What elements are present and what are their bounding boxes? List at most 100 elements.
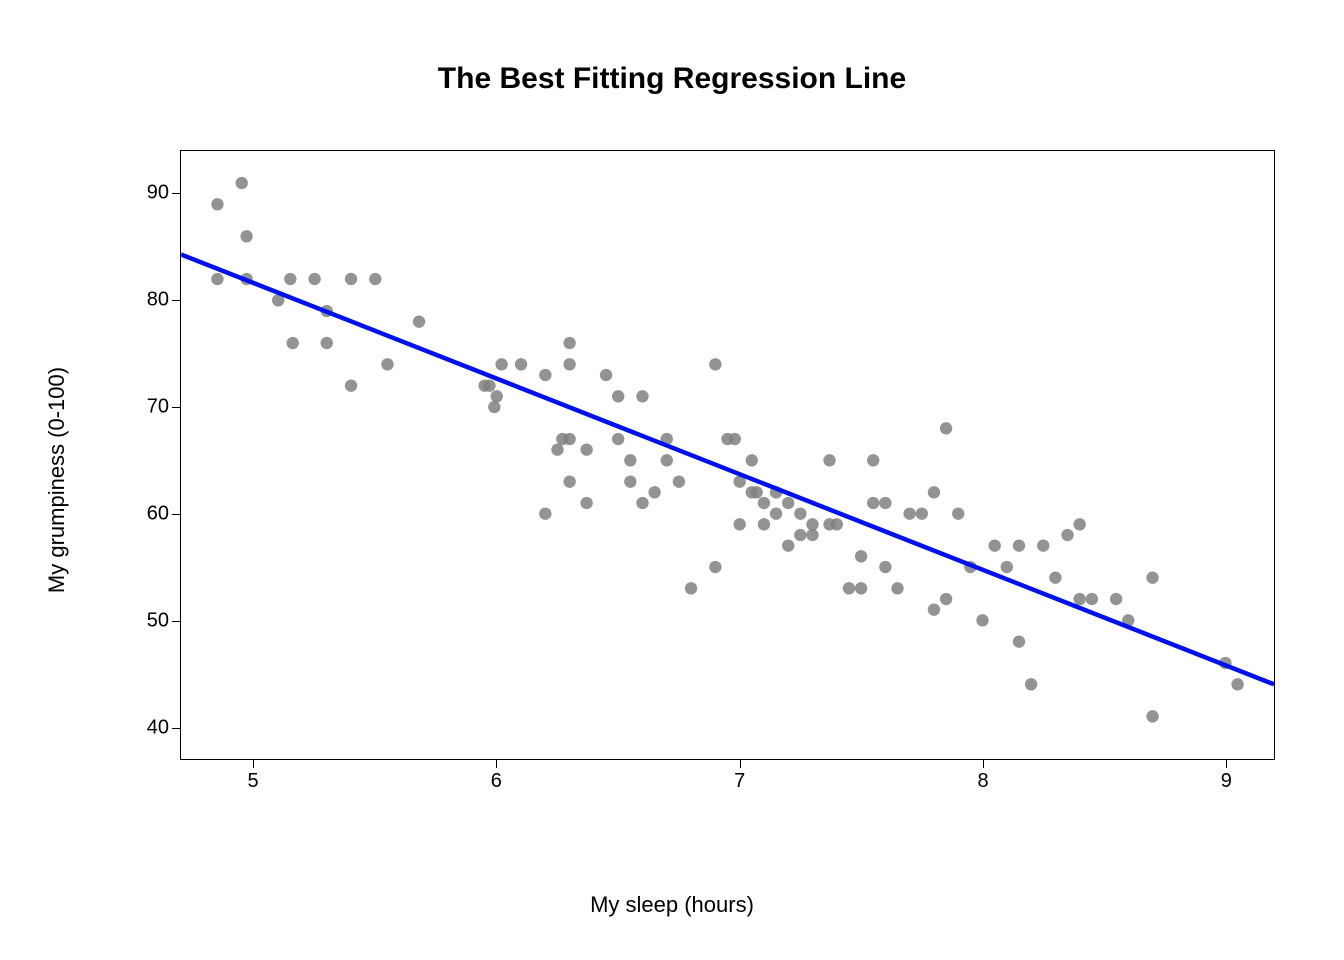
data-point [491, 390, 503, 402]
y-tick-mark [172, 728, 180, 729]
x-tick-label: 5 [247, 770, 258, 793]
data-point [758, 518, 770, 530]
x-tick-label: 9 [1221, 770, 1232, 793]
data-point [843, 582, 855, 594]
y-tick-mark [172, 621, 180, 622]
data-point [1061, 529, 1073, 541]
data-point [284, 273, 296, 285]
y-tick-mark [172, 514, 180, 515]
data-point [823, 454, 835, 466]
y-tick-label: 90 [147, 181, 169, 204]
data-point [624, 475, 636, 487]
data-point [488, 401, 500, 413]
data-point [240, 230, 252, 242]
data-point [988, 539, 1000, 551]
data-point [483, 379, 495, 391]
data-point [539, 507, 551, 519]
data-point [1110, 593, 1122, 605]
y-tick-label: 50 [147, 609, 169, 632]
data-point [1049, 571, 1061, 583]
data-point [636, 390, 648, 402]
data-point [794, 529, 806, 541]
data-point [636, 497, 648, 509]
data-point [600, 369, 612, 381]
data-point [1074, 593, 1086, 605]
data-point [321, 337, 333, 349]
data-point [1025, 678, 1037, 690]
data-point [551, 443, 563, 455]
data-point [806, 529, 818, 541]
y-tick-mark [172, 407, 180, 408]
data-point [495, 358, 507, 370]
data-point [1074, 518, 1086, 530]
x-tick-mark [740, 760, 741, 768]
y-tick-mark [172, 193, 180, 194]
data-point [855, 550, 867, 562]
data-point [709, 358, 721, 370]
data-point [612, 433, 624, 445]
data-point [733, 518, 745, 530]
data-point [673, 475, 685, 487]
data-point [867, 497, 879, 509]
data-point [563, 358, 575, 370]
data-point [1013, 539, 1025, 551]
data-point [831, 518, 843, 530]
data-point [580, 497, 592, 509]
y-tick-label: 80 [147, 288, 169, 311]
data-point [940, 593, 952, 605]
data-point [976, 614, 988, 626]
y-axis-label: My grumpiness (0-100) [42, 0, 72, 960]
data-point [782, 539, 794, 551]
data-point [287, 337, 299, 349]
data-point [369, 273, 381, 285]
data-point [879, 561, 891, 573]
data-point [345, 273, 357, 285]
data-point [1001, 561, 1013, 573]
data-point [903, 507, 915, 519]
data-point [867, 454, 879, 466]
data-point [539, 369, 551, 381]
data-point [1086, 593, 1098, 605]
data-point [211, 198, 223, 210]
data-point [928, 486, 940, 498]
data-point [624, 454, 636, 466]
data-point [563, 475, 575, 487]
x-tick-mark [253, 760, 254, 768]
x-tick-label: 7 [734, 770, 745, 793]
data-point [746, 454, 758, 466]
x-tick-mark [983, 760, 984, 768]
data-point [1037, 539, 1049, 551]
regression-line [181, 254, 1274, 684]
data-point [1231, 678, 1243, 690]
y-tick-label: 60 [147, 502, 169, 525]
data-point [855, 582, 867, 594]
data-point [563, 433, 575, 445]
data-point [381, 358, 393, 370]
data-point [1146, 571, 1158, 583]
data-point [729, 433, 741, 445]
data-point [1146, 710, 1158, 722]
data-point [211, 273, 223, 285]
data-point [940, 422, 952, 434]
data-point [648, 486, 660, 498]
data-point [413, 315, 425, 327]
data-point [661, 454, 673, 466]
data-point [916, 507, 928, 519]
x-tick-label: 6 [491, 770, 502, 793]
chart-container: The Best Fitting Regression Line My grum… [0, 0, 1344, 960]
data-point [563, 337, 575, 349]
data-point [806, 518, 818, 530]
data-point [770, 507, 782, 519]
data-point [1013, 635, 1025, 647]
data-point [236, 177, 248, 189]
data-point [758, 497, 770, 509]
data-point [782, 497, 794, 509]
data-point [515, 358, 527, 370]
plot-area [180, 150, 1275, 760]
data-point [928, 603, 940, 615]
x-axis-label: My sleep (hours) [0, 892, 1344, 918]
chart-title: The Best Fitting Regression Line [0, 62, 1344, 96]
data-point [308, 273, 320, 285]
data-point [345, 379, 357, 391]
y-tick-label: 40 [147, 716, 169, 739]
